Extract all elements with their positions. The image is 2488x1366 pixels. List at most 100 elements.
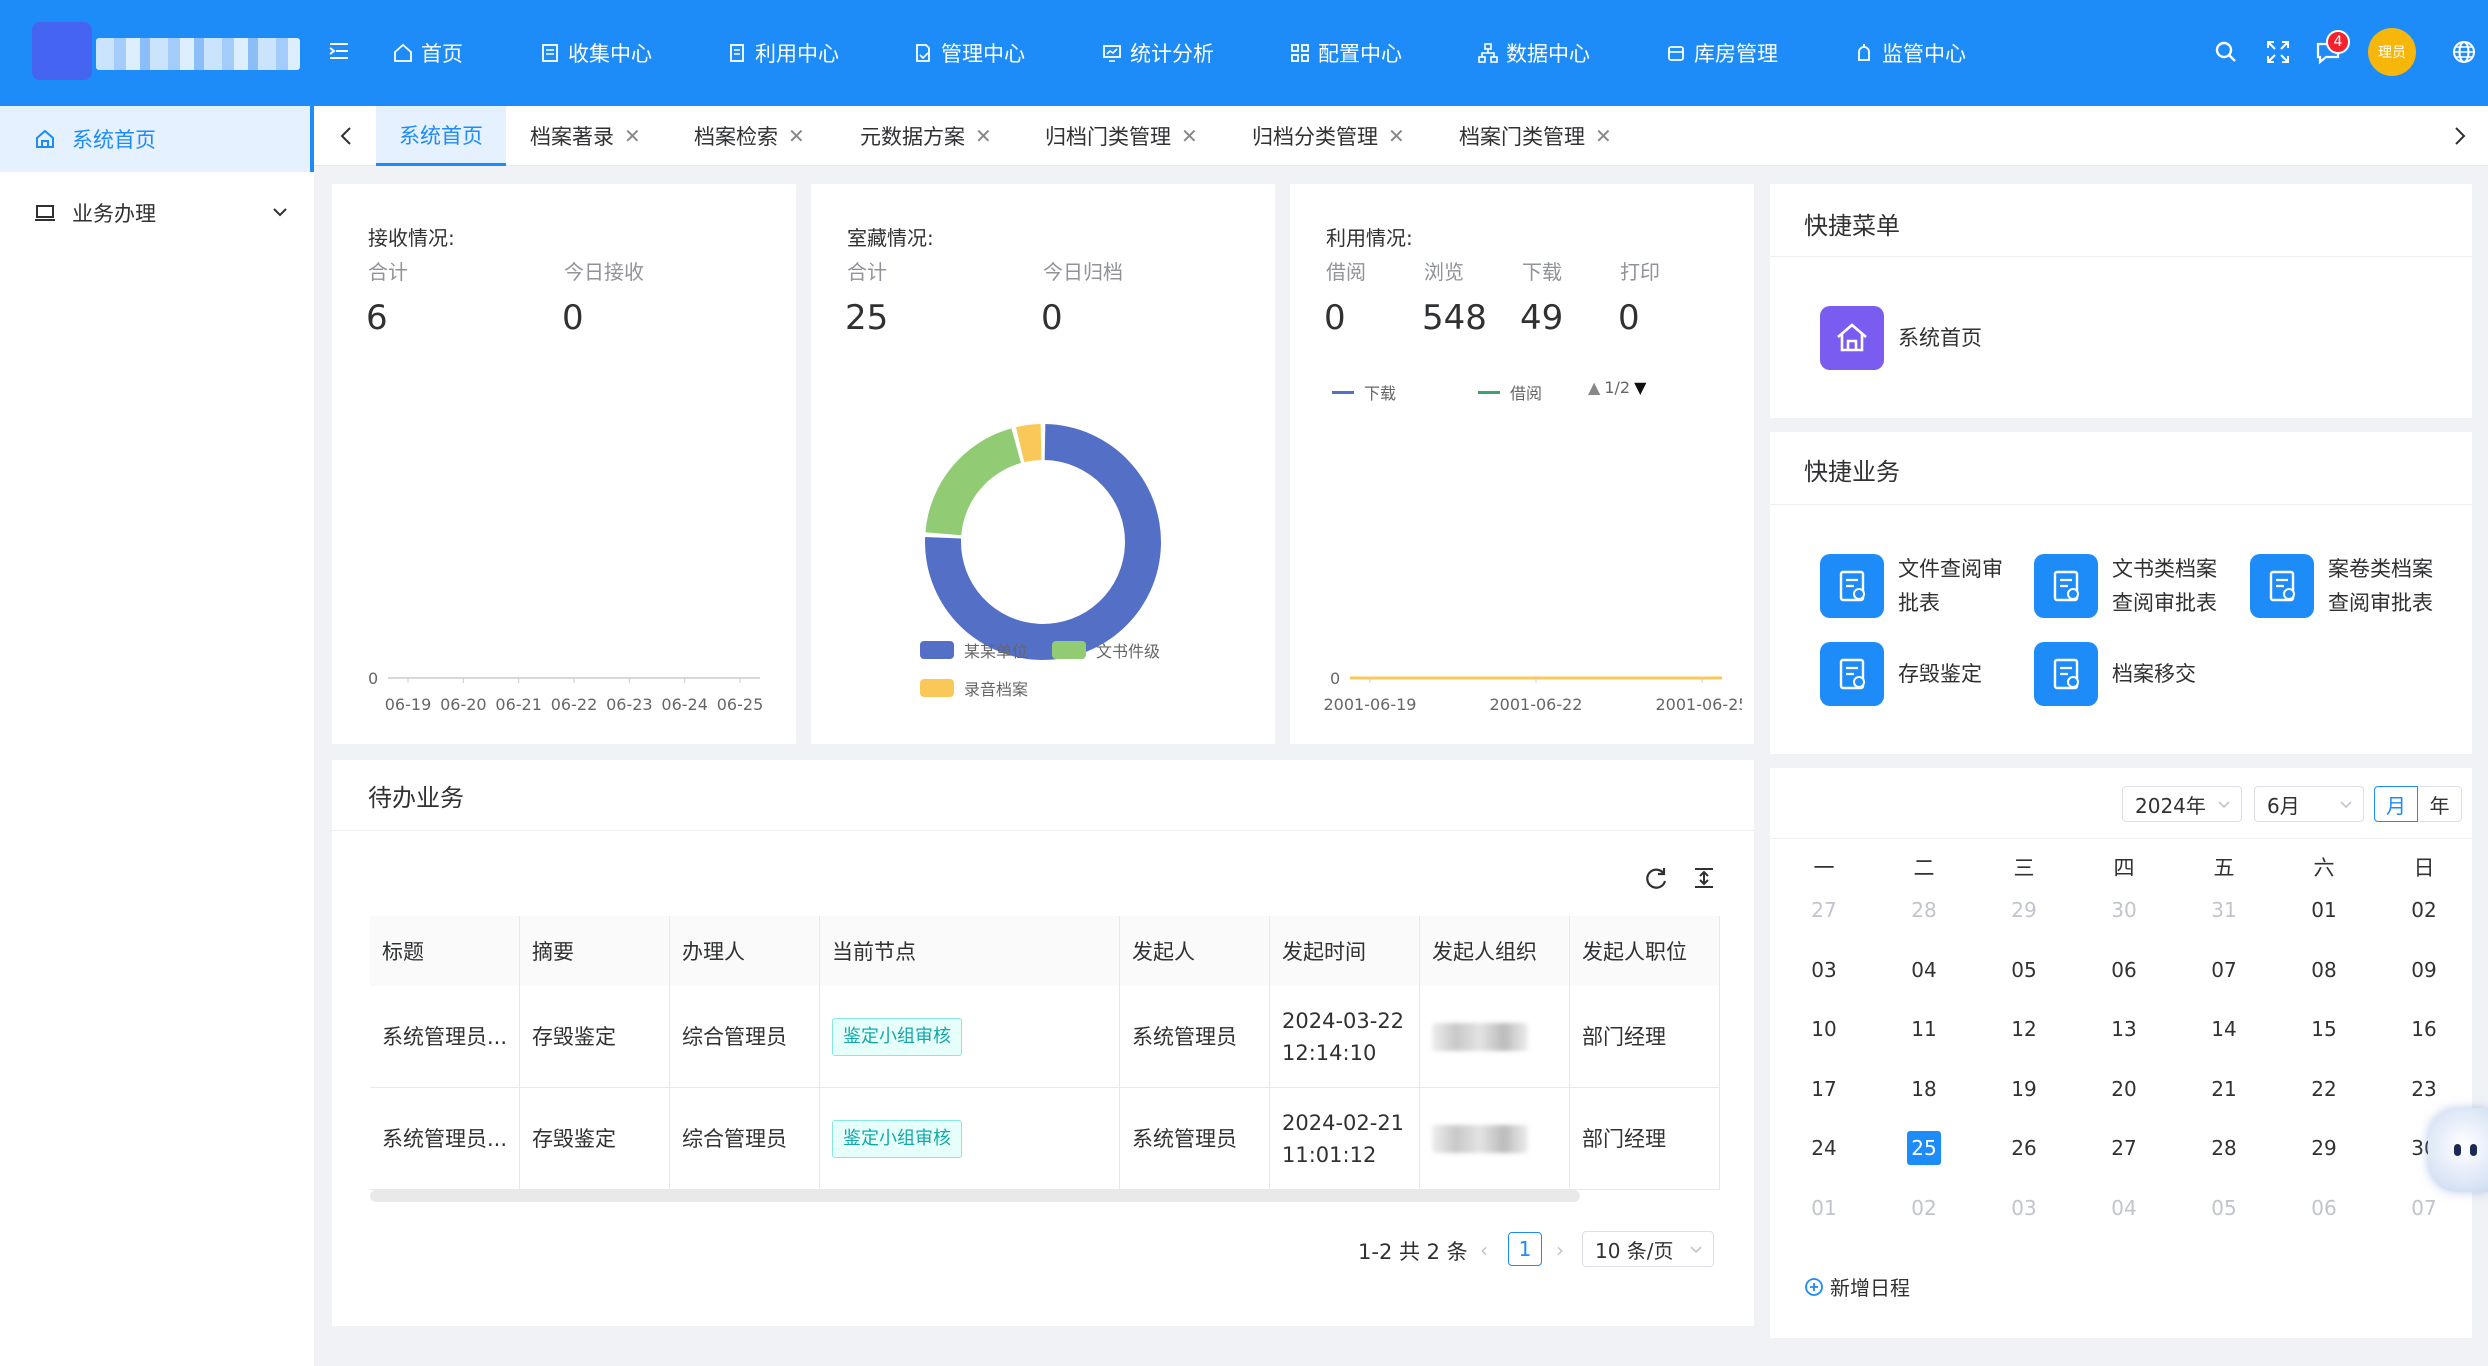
calendar-day[interactable]: 31 (2194, 892, 2254, 928)
chevron-down-icon[interactable] (270, 202, 290, 222)
quick-business-item[interactable]: 存毁鉴定 (1820, 642, 1982, 706)
calendar-day[interactable]: 03 (1994, 1190, 2054, 1226)
sidebar-item-business[interactable]: 业务办理 (0, 180, 314, 246)
calendar-day[interactable]: 07 (2394, 1190, 2454, 1226)
page-size-select[interactable]: 10 条/页 (1582, 1231, 1714, 1267)
calendar-day[interactable]: 29 (1994, 892, 2054, 928)
nav-item[interactable]: 统计分析 (1102, 0, 1214, 106)
calendar-day[interactable]: 18 (1894, 1071, 1954, 1107)
menu-toggle-icon[interactable] (328, 40, 350, 62)
calendar-day[interactable]: 05 (1994, 952, 2054, 988)
quick-business-item[interactable]: 档案移交 (2034, 642, 2196, 706)
nav-item[interactable]: 利用中心 (727, 0, 839, 106)
avatar[interactable]: 理员 (2368, 28, 2416, 76)
tab-item[interactable]: 元数据方案 ✕ (860, 106, 992, 166)
mode-year-button[interactable]: 年 (2418, 786, 2462, 822)
calendar-day[interactable]: 27 (1794, 892, 1854, 928)
close-icon[interactable]: ✕ (975, 124, 992, 148)
nav-item[interactable]: 配置中心 (1290, 0, 1402, 106)
calendar-day[interactable]: 27 (2094, 1130, 2154, 1166)
calendar-day[interactable]: 02 (1894, 1190, 1954, 1226)
calendar-day[interactable]: 01 (1794, 1190, 1854, 1226)
calendar-day[interactable]: 07 (2194, 952, 2254, 988)
nav-item[interactable]: 库房管理 (1666, 0, 1778, 106)
calendar-day[interactable]: 10 (1794, 1011, 1854, 1047)
calendar-day[interactable]: 19 (1994, 1071, 2054, 1107)
tab-item[interactable]: 归档分类管理 ✕ (1252, 106, 1405, 166)
calendar-day[interactable]: 04 (2094, 1190, 2154, 1226)
close-icon[interactable]: ✕ (1595, 124, 1612, 148)
calendar-day[interactable]: 28 (2194, 1130, 2254, 1166)
nav-item[interactable]: 数据中心 (1478, 0, 1590, 106)
calendar-day[interactable]: 16 (2394, 1011, 2454, 1047)
calendar-day[interactable]: 30 (2094, 892, 2154, 928)
legend-download[interactable]: 下载 (1332, 380, 1396, 404)
tab-item[interactable]: 档案检索 ✕ (694, 106, 805, 166)
page-next-icon[interactable]: › (1556, 1238, 1564, 1262)
nav-item[interactable]: 收集中心 (540, 0, 652, 106)
search-icon[interactable] (2212, 38, 2240, 66)
calendar-day[interactable]: 28 (1894, 892, 1954, 928)
calendar-day[interactable]: 21 (2194, 1071, 2254, 1107)
add-schedule-button[interactable]: 新增日程 (1804, 1272, 1910, 1301)
legend-prev-icon[interactable]: ▲ (1588, 378, 1600, 397)
quick-business-item[interactable]: 案卷类档案 查阅审批表 (2250, 552, 2433, 620)
legend-item[interactable]: 文书件级 (1052, 638, 1160, 662)
page-number-current[interactable]: 1 (1508, 1232, 1542, 1266)
calendar-day[interactable]: 20 (2094, 1071, 2154, 1107)
calendar-day[interactable]: 02 (2394, 892, 2454, 928)
calendar-day[interactable]: 01 (2294, 892, 2354, 928)
page-prev-icon[interactable]: ‹ (1480, 1238, 1488, 1262)
calendar-day[interactable]: 04 (1894, 952, 1954, 988)
calendar-day[interactable]: 23 (2394, 1071, 2454, 1107)
calendar-day[interactable]: 06 (2294, 1190, 2354, 1226)
mode-month-button[interactable]: 月 (2374, 786, 2418, 822)
fullscreen-icon[interactable] (2264, 38, 2292, 66)
quick-menu-item-home[interactable]: 系统首页 (1820, 306, 1982, 370)
quick-business-item[interactable]: 文书类档案 查阅审批表 (2034, 552, 2217, 620)
calendar-day[interactable]: 22 (2294, 1071, 2354, 1107)
refresh-icon[interactable] (1642, 864, 1670, 892)
calendar-day[interactable]: 03 (1794, 952, 1854, 988)
calendar-day[interactable]: 24 (1794, 1130, 1854, 1166)
year-select[interactable]: 2024年 (2122, 786, 2242, 822)
nav-item[interactable]: 首页 (393, 0, 463, 106)
legend-next-icon[interactable]: ▼ (1634, 378, 1646, 397)
calendar-day[interactable]: 11 (1894, 1011, 1954, 1047)
close-icon[interactable]: ✕ (624, 124, 641, 148)
calendar-day[interactable]: 14 (2194, 1011, 2254, 1047)
calendar-day[interactable]: 08 (2294, 952, 2354, 988)
calendar-day[interactable]: 05 (2194, 1190, 2254, 1226)
legend-item[interactable]: 录音档案 (920, 676, 1028, 700)
chevron-right-icon[interactable] (2448, 124, 2470, 148)
day-number: 10 (1811, 1017, 1837, 1041)
calendar-day[interactable]: 06 (2094, 952, 2154, 988)
nav-item[interactable]: 监管中心 (1854, 0, 1966, 106)
table-scrollbar[interactable] (370, 1190, 1580, 1202)
tab-item[interactable]: 归档门类管理 ✕ (1045, 106, 1198, 166)
nav-item[interactable]: 管理中心 (913, 0, 1025, 106)
legend-borrow[interactable]: 借阅 (1478, 380, 1542, 404)
calendar-day[interactable]: 09 (2394, 952, 2454, 988)
calendar-day[interactable]: 13 (2094, 1011, 2154, 1047)
tab-item[interactable]: 档案门类管理 ✕ (1459, 106, 1612, 166)
calendar-day[interactable]: 12 (1994, 1011, 2054, 1047)
month-select[interactable]: 6月 (2254, 786, 2364, 822)
legend-item[interactable]: 某某单位 (920, 638, 1028, 662)
calendar-day[interactable]: 15 (2294, 1011, 2354, 1047)
column-height-icon[interactable] (1690, 864, 1718, 892)
sidebar-item-home[interactable]: 系统首页 (0, 106, 314, 172)
calendar-day[interactable]: 26 (1994, 1130, 2054, 1166)
close-icon[interactable]: ✕ (1181, 124, 1198, 148)
close-icon[interactable]: ✕ (1388, 124, 1405, 148)
assistant-robot[interactable] (2428, 1108, 2488, 1192)
globe-language-icon[interactable] (2450, 38, 2478, 66)
tab-item[interactable]: 档案著录 ✕ (530, 106, 641, 166)
chevron-left-icon[interactable] (336, 124, 358, 148)
calendar-day[interactable]: 17 (1794, 1071, 1854, 1107)
quick-business-item[interactable]: 文件查阅审 批表 (1820, 552, 2003, 620)
calendar-day-selected[interactable]: 25 (1894, 1130, 1954, 1166)
calendar-day[interactable]: 29 (2294, 1130, 2354, 1166)
close-icon[interactable]: ✕ (788, 124, 805, 148)
tab-item[interactable]: 系统首页 (376, 106, 506, 166)
